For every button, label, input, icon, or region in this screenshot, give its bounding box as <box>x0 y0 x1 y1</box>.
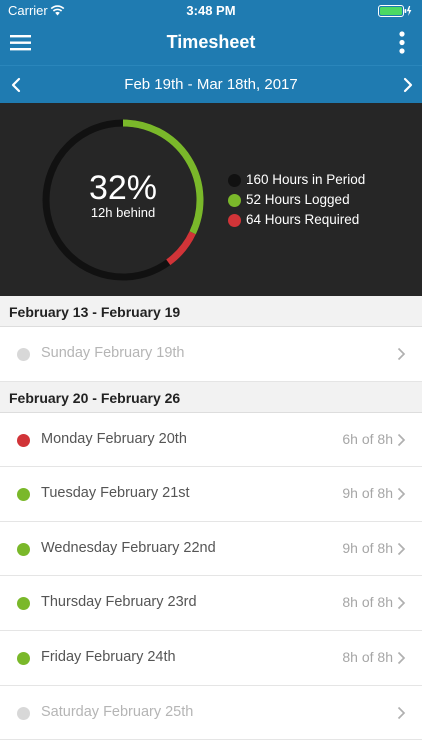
behind-label: 12h behind <box>90 205 156 220</box>
percent-complete: 32% <box>88 169 158 207</box>
page-title: Timesheet <box>166 32 256 52</box>
status-dot-icon <box>17 651 30 665</box>
day-row[interactable]: Wednesday February 22nd 9h of 8h <box>0 521 422 577</box>
chevron-right-icon <box>397 651 406 665</box>
battery-icon <box>378 5 412 17</box>
day-row[interactable]: Friday February 24th 8h of 8h <box>0 630 422 686</box>
hours-value: 6h of 8h <box>342 430 393 447</box>
day-label: Friday February 24th <box>41 648 176 665</box>
day-row[interactable]: Saturday February 25th <box>0 685 422 741</box>
chevron-right-icon <box>397 542 406 555</box>
navigation-bar: Timesheet <box>0 22 422 65</box>
day-row[interactable]: Tuesday February 21st 9h of 8h <box>0 467 422 522</box>
app-header: Carrier 3:48 PM Timesheet Feb 19th - Mar… <box>0 0 422 103</box>
legend-label: 160 Hours in Period <box>246 172 366 187</box>
chevron-right-icon <box>397 347 406 361</box>
status-dot-icon <box>17 348 30 361</box>
status-dot-icon <box>17 433 30 447</box>
period-selector: Feb 19th - Mar 18th, 2017 <box>0 65 422 103</box>
hours-value: 8h of 8h <box>342 594 393 611</box>
status-dot-icon <box>17 488 30 502</box>
week-header: February 20 - February 26 <box>0 381 422 413</box>
hours-summary: 32% 12h behind 160 Hours in Period 52 Ho… <box>0 103 422 296</box>
day-row[interactable]: Monday February 20th 6h of 8h <box>0 412 422 468</box>
period-label: Feb 19th - Mar 18th, 2017 <box>124 76 298 93</box>
legend-label: 64 Hours Required <box>246 212 360 227</box>
day-label: Saturday February 25th <box>41 703 194 720</box>
hours-value: 9h of 8h <box>342 539 393 556</box>
day-label: Monday February 20th <box>41 430 187 447</box>
legend-dot-icon <box>228 214 241 227</box>
day-label: Tuesday February 21st <box>41 485 190 502</box>
legend-label: 52 Hours Logged <box>246 192 350 207</box>
day-label: Wednesday February 22nd <box>41 539 216 556</box>
chevron-right-icon <box>397 488 406 501</box>
chevron-right-icon <box>397 706 406 719</box>
day-row[interactable]: Thursday February 23rd 8h of 8h <box>0 576 422 631</box>
legend-dot-icon <box>228 174 241 187</box>
status-dot-icon <box>17 706 30 720</box>
clock: 3:48 PM <box>186 3 236 18</box>
status-dot-icon <box>17 597 30 611</box>
vertical-ellipsis-icon[interactable] <box>392 29 412 57</box>
required-arc <box>166 231 196 266</box>
day-label: Sunday February 19th <box>41 345 185 361</box>
hours-value: 9h of 8h <box>342 485 393 502</box>
status-bar: Carrier 3:48 PM <box>0 0 422 22</box>
chevron-right-icon <box>397 597 406 610</box>
legend-dot-icon <box>228 194 241 207</box>
chevron-right-icon[interactable] <box>398 75 416 95</box>
week-header: February 13 - February 19 <box>0 296 422 327</box>
hours-value: 8h of 8h <box>342 648 393 665</box>
chevron-right-icon <box>397 433 406 446</box>
chevron-left-icon[interactable] <box>8 75 26 95</box>
day-list: February 13 - February 19 Sunday Februar… <box>0 296 422 741</box>
hamburger-menu-icon[interactable] <box>8 30 34 56</box>
status-dot-icon <box>17 542 30 556</box>
day-row[interactable]: Sunday February 19th <box>0 327 422 382</box>
day-label: Thursday February 23rd <box>41 594 197 611</box>
